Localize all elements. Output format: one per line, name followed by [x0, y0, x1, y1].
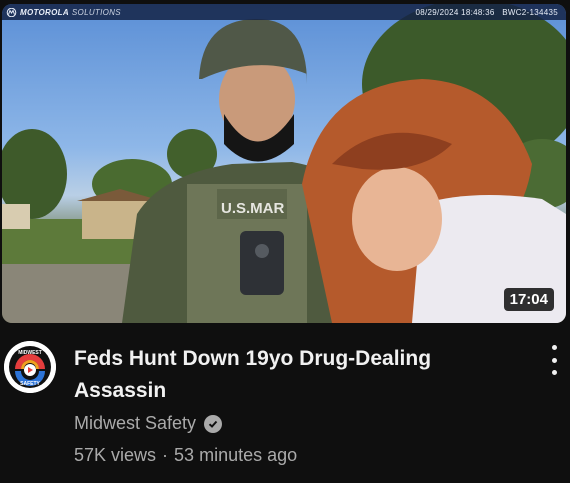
channel-logo-icon: MIDWEST SAFETY [4, 341, 56, 393]
channel-name: Midwest Safety [74, 413, 197, 433]
meta-separator: · [162, 445, 169, 465]
video-thumbnail[interactable]: U.S.MAR MOTOROLA SOLUTIONS 08/29/2024 18… [2, 4, 566, 323]
avatar-text-top: MIDWEST [18, 350, 42, 356]
overlay-info: 08/29/2024 18:48:36 BWC2-134435 [416, 8, 558, 17]
channel-avatar[interactable]: MIDWEST SAFETY [4, 341, 56, 393]
bodycam-overlay: MOTOROLA SOLUTIONS 08/29/2024 18:48:36 B… [2, 4, 566, 20]
check-circle-icon [204, 414, 223, 433]
video-details: MIDWEST SAFETY Feds Hunt Down 19yo Drug-… [0, 335, 570, 483]
brand: MOTOROLA SOLUTIONS [6, 7, 121, 17]
channel-link[interactable]: Midwest Safety [74, 413, 223, 434]
view-count: 57K views [74, 445, 157, 465]
duration-badge: 17:04 [503, 288, 554, 311]
brand-sub: SOLUTIONS [71, 7, 121, 17]
more-vertical-icon[interactable] [548, 345, 560, 375]
vest-text: U.S.MAR [221, 200, 285, 217]
thumbnail-scene: U.S.MAR [2, 4, 566, 323]
video-title[interactable]: Feds Hunt Down 19yo Drug-Dealing Assassi… [74, 343, 514, 407]
avatar-text-bottom: SAFETY [20, 381, 40, 387]
motorola-logo-icon [6, 7, 17, 17]
video-meta: 57K views · 53 minutes ago [74, 445, 297, 466]
overlay-timestamp: 08/29/2024 18:48:36 [415, 7, 495, 17]
overlay-device-id: BWC2-134435 [502, 7, 558, 17]
upload-time: 53 minutes ago [174, 445, 298, 465]
brand-name: MOTOROLA [20, 7, 69, 17]
